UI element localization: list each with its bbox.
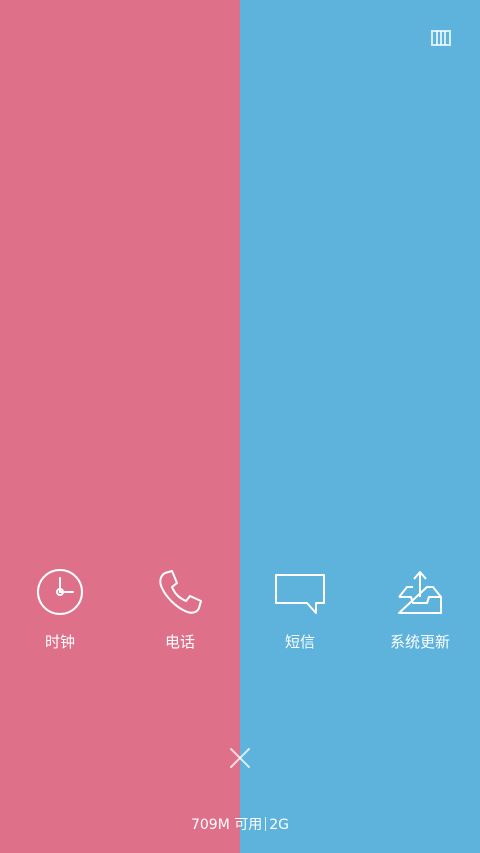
shortcut-label: 系统更新 <box>389 633 450 651</box>
memory-free-text: 709M 可用 <box>190 817 263 833</box>
shortcut-messages[interactable]: 短信 <box>240 565 360 665</box>
memory-status: 709M 可用 2G <box>0 815 480 835</box>
phone-icon <box>153 565 207 619</box>
memory-divider <box>265 817 267 831</box>
shortcut-phone[interactable]: 电话 <box>120 565 240 665</box>
shortcut-clock[interactable]: 时钟 <box>0 565 120 665</box>
layout-toggle-icon <box>431 30 451 46</box>
shortcut-label: 时钟 <box>44 633 75 651</box>
recent-apps-screen: 时钟 电话 短信 系统更新 709M 可用 2G <box>0 0 480 853</box>
shortcut-label: 电话 <box>164 633 195 651</box>
message-icon <box>273 565 327 619</box>
memory-total-text: 2G <box>269 817 290 833</box>
shortcut-system-update[interactable]: 系统更新 <box>360 565 480 665</box>
clear-all-button[interactable] <box>226 744 254 772</box>
clock-icon <box>33 565 87 619</box>
system-update-icon <box>393 565 447 619</box>
shortcut-label: 短信 <box>284 633 315 651</box>
left-color-pane <box>0 0 240 853</box>
layout-toggle-button[interactable] <box>430 29 452 47</box>
right-color-pane <box>240 0 480 853</box>
close-icon <box>230 748 250 768</box>
